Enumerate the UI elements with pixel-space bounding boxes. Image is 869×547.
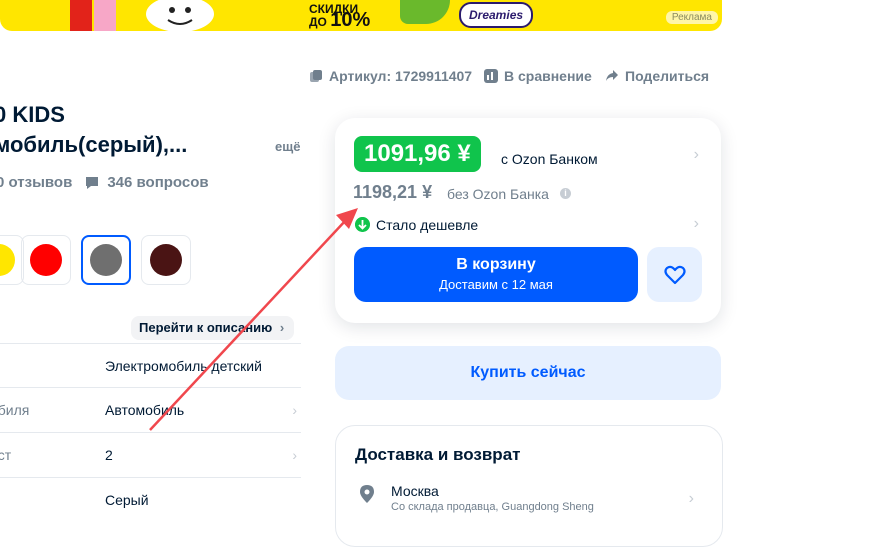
with-bank-label: с Ozon Банком [501, 151, 598, 167]
goto-description-label: Перейти к описанию [139, 320, 273, 335]
add-to-cart-button[interactable]: В корзину Доставим с 12 мая [354, 247, 638, 302]
share-icon [606, 70, 618, 81]
delivery-section: Доставка и возврат Москва Со склада прод… [335, 425, 723, 547]
brand-logo: Dreamies [459, 2, 534, 28]
swatch-color [30, 244, 62, 276]
buy-now-button[interactable]: Купить сейчас [335, 346, 721, 400]
banner-promo-text: СКИДКИ ДО 10% [309, 3, 371, 31]
delivery-date-label: Доставим с 12 мая [439, 277, 553, 292]
reviews-link[interactable]: 0 отзывов [0, 174, 72, 191]
chevron-right-icon[interactable]: › [689, 490, 694, 508]
banner-product-image [70, 0, 214, 31]
swatch-color [0, 244, 15, 276]
chevron-right-icon: › [279, 320, 285, 335]
compare-icon [484, 69, 498, 83]
compare-label: В сравнение [504, 68, 592, 84]
color-swatch-gray-selected[interactable] [81, 235, 131, 285]
spec-row[interactable]: обиля Автомобиль › [0, 387, 301, 432]
questions-link[interactable]: 346 вопросов [107, 174, 208, 191]
banner-promo-value: 10% [330, 9, 371, 31]
spec-key: обиля [0, 402, 30, 418]
compare-button[interactable]: В сравнение [484, 68, 592, 84]
question-icon [86, 176, 99, 189]
chevron-right-icon: › [292, 402, 297, 418]
chevron-right-icon: › [292, 447, 297, 463]
chevron-right-icon[interactable]: › [694, 215, 699, 233]
regular-price: 1198,21 ¥ [353, 182, 433, 202]
more-link[interactable]: ещё [275, 139, 300, 154]
price-card: 1091,96 ¥ с Ozon Банком › 1198,21 ¥ без … [335, 118, 721, 323]
rating-row: 0 отзывов 346 вопросов [0, 174, 209, 191]
spec-value: Электромобиль детский [105, 358, 262, 374]
swatch-color [90, 244, 122, 276]
ad-banner[interactable]: СКИДКИ ДО 10% Dreamies Реклама [0, 0, 722, 31]
color-swatch-brown[interactable] [141, 235, 191, 285]
price-dropped-label[interactable]: Стало дешевле [376, 217, 478, 233]
spec-value: 2 [105, 447, 113, 463]
add-to-cart-label: В корзину [456, 256, 536, 273]
share-label: Поделиться [625, 68, 710, 84]
sku-text: Артикул: 1729911407 [329, 68, 473, 84]
banner-promo-line2: ДО [309, 15, 327, 29]
swatch-color [150, 244, 182, 276]
delivery-title: Доставка и возврат [355, 445, 521, 464]
sku-item[interactable]: Артикул: 1729911407 [309, 68, 472, 84]
product-title-line1: 0 KIDS [0, 102, 65, 127]
chevron-right-icon[interactable]: › [694, 146, 699, 164]
spec-row[interactable]: ест 2 › [0, 432, 301, 477]
spec-value: Автомобиль [105, 402, 185, 418]
price-down-icon [355, 217, 370, 232]
leaf-graphic [400, 0, 450, 24]
without-bank-label: без Ozon Банка [447, 186, 549, 202]
goto-description-button[interactable]: Перейти к описанию › [131, 316, 295, 340]
copy-icon [310, 70, 322, 82]
info-icon[interactable]: i [560, 188, 571, 199]
heart-icon [663, 265, 686, 284]
product-title: 0 KIDS мобиль(серый),... [0, 100, 294, 160]
spec-row: Серый [0, 477, 301, 522]
delivery-source: Со склада продавца, Guangdong Sheng [391, 501, 594, 513]
product-title-line2: мобиль(серый),... [0, 132, 188, 157]
share-button[interactable]: Поделиться [605, 68, 709, 84]
favorite-button[interactable] [647, 247, 702, 302]
spec-row: Электромобиль детский [0, 343, 301, 388]
spec-key: ест [0, 447, 12, 463]
ad-label: Реклама [665, 11, 718, 24]
location-pin-icon [360, 485, 374, 503]
delivery-city[interactable]: Москва [391, 483, 439, 499]
color-swatch-red[interactable] [21, 235, 71, 285]
ozon-bank-price[interactable]: 1091,96 ¥ [354, 136, 481, 172]
